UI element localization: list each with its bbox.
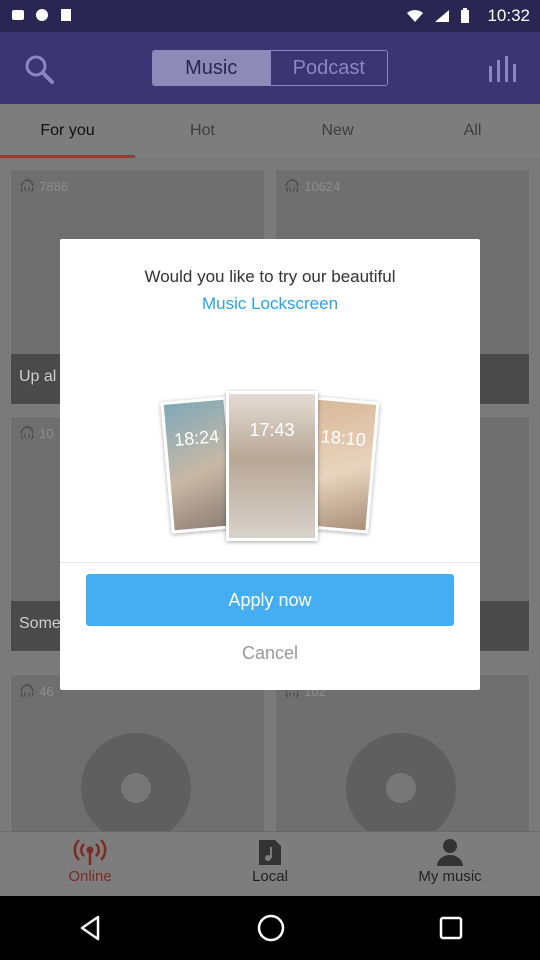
person-icon (437, 839, 463, 866)
headphones-icon: 🎧 (19, 683, 36, 698)
lockscreen-preview-image: 18:24 18:10 17:43 (160, 389, 380, 549)
broadcast-icon (73, 839, 107, 865)
nav-online-label: Online (68, 868, 112, 885)
tab-hot[interactable]: Hot (135, 104, 270, 158)
music-file-icon (259, 840, 281, 865)
headphones-icon: 🎧 (19, 178, 36, 193)
play-count: 46 (39, 683, 54, 699)
tab-for-you[interactable]: For you (0, 104, 135, 158)
nav-local-label: Local (252, 868, 288, 885)
apply-now-button[interactable]: Apply now (86, 574, 454, 626)
status-bar: 10:32 (0, 0, 540, 32)
playlist-card[interactable]: 🎧 46 (10, 674, 265, 831)
disc-placeholder-icon (346, 733, 456, 831)
status-time: 10:32 (487, 6, 530, 25)
preview-clock: 17:43 (249, 420, 295, 440)
notification-icon (12, 10, 24, 20)
music-podcast-switch: Music Podcast (152, 50, 388, 86)
recent-apps-icon[interactable] (438, 915, 464, 941)
playlist-card[interactable]: 🎧 102 (275, 674, 530, 831)
back-icon[interactable] (76, 914, 104, 942)
home-icon[interactable] (256, 913, 286, 943)
search-icon[interactable] (24, 54, 54, 84)
play-count: 10624 (304, 178, 341, 194)
lockscreen-promo-dialog: Would you like to try our beautiful Musi… (60, 239, 480, 690)
category-tabs: For you Hot New All (0, 104, 540, 158)
tab-new[interactable]: New (270, 104, 405, 158)
preview-phone-center: 17:43 (226, 391, 318, 541)
wifi-icon (407, 9, 423, 22)
play-count: 10 (39, 425, 54, 441)
headphones-icon: 🎧 (19, 425, 36, 440)
segment-music[interactable]: Music (153, 51, 270, 85)
dialog-message: Would you like to try our beautiful (144, 267, 396, 286)
play-count: 7886 (39, 178, 69, 194)
dialog-feature-name: Music Lockscreen (201, 294, 339, 313)
cancel-button[interactable]: Cancel (86, 637, 454, 669)
battery-icon (461, 8, 469, 23)
app-header: Music Podcast (0, 32, 540, 104)
dialog-divider (60, 562, 480, 563)
bottom-navigation: Online Local My music (0, 831, 540, 896)
nav-local[interactable]: Local (180, 832, 360, 896)
nav-my-music-label: My music (418, 868, 482, 885)
segment-podcast[interactable]: Podcast (269, 51, 387, 85)
disc-placeholder-icon (81, 733, 191, 831)
status-notification-icons (10, 7, 74, 23)
tab-all[interactable]: All (405, 104, 540, 158)
nav-online[interactable]: Online (0, 832, 180, 896)
signal-icon (435, 10, 449, 22)
notification-icon (61, 9, 71, 21)
equalizer-icon[interactable] (488, 56, 516, 82)
system-navigation-bar (0, 896, 540, 960)
preview-clock: 18:24 (173, 426, 220, 451)
nav-my-music[interactable]: My music (360, 832, 540, 896)
headphones-icon: 🎧 (284, 178, 301, 193)
notification-icon (36, 9, 48, 21)
preview-clock: 18:10 (320, 426, 367, 451)
